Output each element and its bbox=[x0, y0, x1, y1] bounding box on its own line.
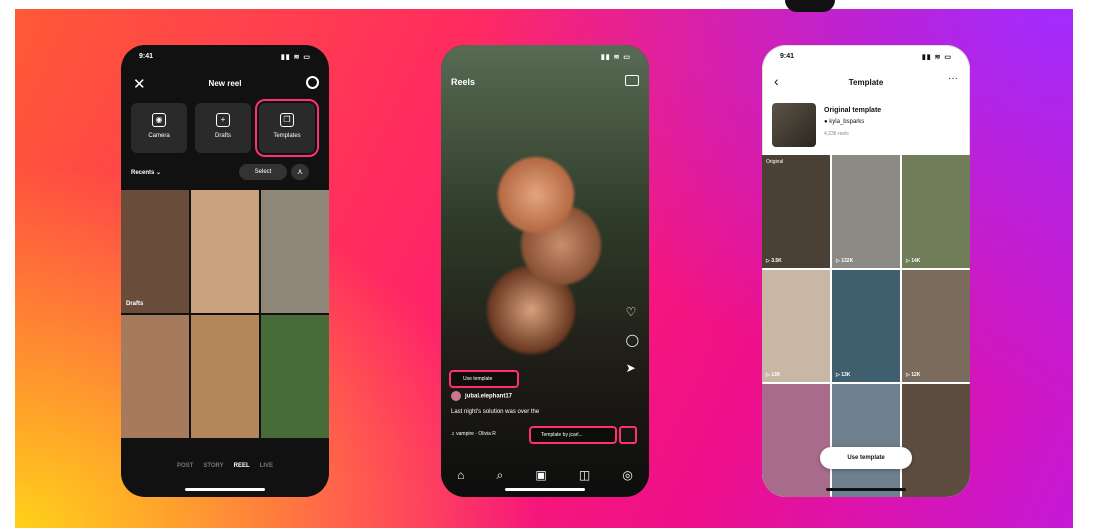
original-template-label: Original template bbox=[824, 107, 882, 114]
reel-caption: Last night's solution was over the bbox=[451, 409, 540, 415]
tile-label: Templates bbox=[273, 133, 301, 139]
templates-tile[interactable]: ❐ Templates bbox=[255, 99, 319, 157]
creator-handle[interactable]: ● kyla_bsparks bbox=[824, 119, 864, 125]
use-template-button[interactable]: Use template bbox=[820, 447, 912, 469]
media-cell[interactable] bbox=[191, 190, 259, 313]
tile-label: Drafts bbox=[214, 133, 231, 139]
mode-post[interactable]: POST bbox=[177, 463, 193, 469]
status-icons: ▮▮ ≋ ▭ bbox=[280, 54, 311, 61]
media-grid: Drafts bbox=[121, 190, 329, 438]
phone-new-reel: 9:41 ▮▮ ≋ ▭ ✕ New reel ◉ Camera + Drafts… bbox=[121, 45, 329, 497]
drafts-tile[interactable]: + Drafts bbox=[195, 103, 251, 153]
reel-actions: ♡ ◯ ➤ bbox=[626, 305, 639, 375]
comment-icon[interactable]: ◯ bbox=[626, 333, 639, 347]
home-indicator bbox=[826, 488, 906, 491]
home-indicator bbox=[505, 488, 585, 491]
reel-cell[interactable]: ▷ 132K bbox=[832, 155, 900, 268]
reels-icon[interactable]: ▣ bbox=[535, 468, 546, 483]
status-bar: 9:41 ▮▮ ≋ ▭ bbox=[121, 45, 329, 67]
settings-icon[interactable] bbox=[306, 76, 319, 89]
decorative-shape bbox=[785, 0, 835, 12]
reel-cell[interactable] bbox=[762, 384, 830, 497]
mode-story[interactable]: STORY bbox=[203, 463, 223, 469]
phone-template: 9:41 ▮▮ ≋ ▭ ‹ Template ··· Original temp… bbox=[762, 45, 970, 497]
drafts-icon: + bbox=[216, 113, 230, 127]
reel-cell[interactable] bbox=[832, 384, 900, 497]
camera-icon: ◉ bbox=[152, 113, 166, 127]
reels-title: Reels bbox=[451, 77, 476, 87]
audio-label[interactable]: ♫ vampire · Olivia R bbox=[451, 431, 496, 437]
status-bar: ▮▮ ≋ ▭ bbox=[441, 45, 649, 67]
like-icon[interactable]: ♡ bbox=[626, 305, 639, 319]
template-reels-grid: Original ▷ 3.5K ▷ 132K ▷ 14K ▷ 13K ▷ 13K … bbox=[762, 155, 970, 497]
reels-count: 4,236 reels bbox=[824, 131, 849, 137]
status-bar: 9:41 ▮▮ ≋ ▭ bbox=[762, 45, 970, 67]
audio-thumbnail[interactable] bbox=[619, 426, 637, 444]
search-icon[interactable]: ⌕ bbox=[496, 468, 503, 483]
mode-selector: POST STORY REEL LIVE bbox=[121, 463, 329, 469]
templates-icon: ❐ bbox=[280, 113, 294, 127]
profile-icon[interactable]: ◎ bbox=[622, 468, 632, 483]
camera-icon[interactable] bbox=[625, 75, 639, 86]
reel-cell[interactable]: Original ▷ 3.5K bbox=[762, 155, 830, 268]
share-icon[interactable]: ➤ bbox=[626, 361, 639, 375]
mode-live[interactable]: LIVE bbox=[260, 463, 273, 469]
select-button[interactable]: Select bbox=[239, 164, 287, 180]
home-indicator bbox=[185, 488, 265, 491]
media-cell[interactable]: Drafts bbox=[121, 190, 189, 313]
more-icon[interactable]: ··· bbox=[948, 73, 958, 84]
tile-label: Camera bbox=[148, 133, 170, 139]
template-thumbnail[interactable] bbox=[772, 103, 816, 147]
page-title: New reel bbox=[208, 79, 242, 88]
phone-reels: ▮▮ ≋ ▭ Reels ♡ ◯ ➤ Use template jubal.el… bbox=[441, 45, 649, 497]
mode-reel[interactable]: REEL bbox=[234, 463, 250, 469]
page-title: Template bbox=[848, 78, 884, 87]
reel-cell[interactable] bbox=[902, 384, 970, 497]
media-cell[interactable] bbox=[191, 315, 259, 438]
reel-cell[interactable]: ▷ 13K bbox=[832, 269, 900, 383]
template-header: ‹ Template ··· bbox=[762, 73, 970, 95]
status-time: 9:41 bbox=[780, 53, 795, 60]
shop-icon[interactable]: ◫ bbox=[579, 468, 590, 483]
media-cell[interactable] bbox=[121, 315, 189, 438]
bottom-tab-bar: ⌂ ⌕ ▣ ◫ ◎ bbox=[441, 468, 649, 483]
status-icons: ▮▮ ≋ ▭ bbox=[600, 54, 631, 61]
reel-cell[interactable]: ▷ 12K bbox=[902, 269, 970, 383]
new-reel-header: ✕ New reel bbox=[121, 73, 329, 95]
reel-username[interactable]: jubal.elephant17 bbox=[451, 391, 512, 401]
camera-tile[interactable]: ◉ Camera bbox=[131, 103, 187, 153]
home-icon[interactable]: ⌂ bbox=[457, 468, 464, 483]
reel-cell[interactable]: ▷ 14K bbox=[902, 155, 970, 268]
use-template-button[interactable]: Use template bbox=[449, 370, 519, 388]
reel-cell[interactable]: ▷ 13K bbox=[762, 269, 830, 383]
status-time: 9:41 bbox=[139, 53, 154, 60]
media-cell[interactable] bbox=[261, 315, 329, 438]
status-icons: ▮▮ ≋ ▭ bbox=[921, 54, 952, 61]
media-cell[interactable] bbox=[261, 190, 329, 313]
multi-select-icon[interactable]: ⋏ bbox=[291, 164, 309, 180]
template-by-button[interactable]: Template by jcarl... bbox=[529, 426, 617, 444]
recents-dropdown[interactable]: Recents ⌄ bbox=[131, 169, 161, 176]
